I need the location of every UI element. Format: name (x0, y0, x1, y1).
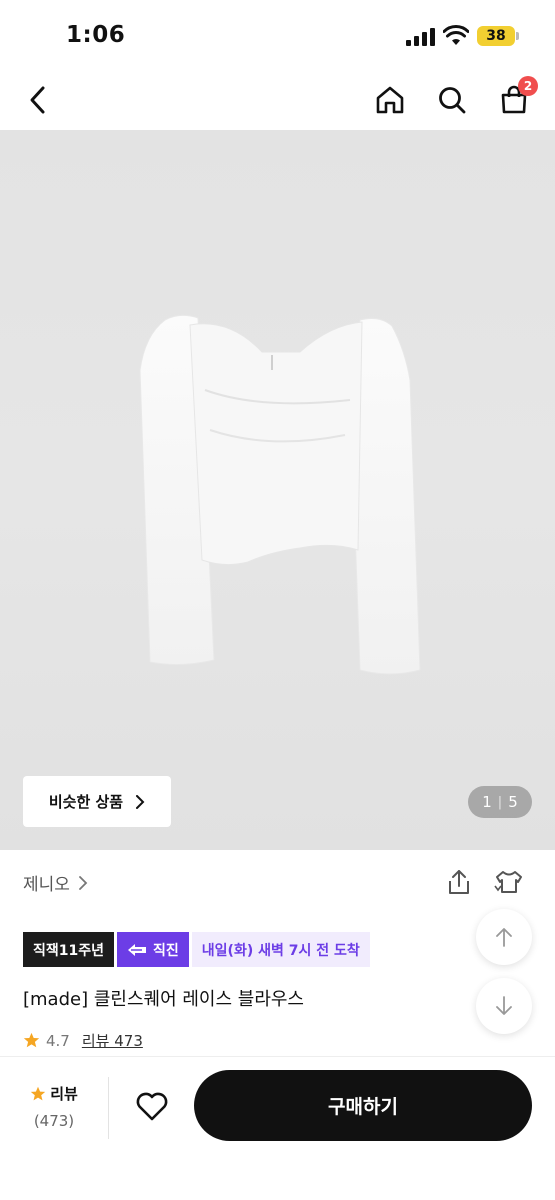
share-icon (449, 870, 469, 894)
chevron-right-icon (136, 794, 145, 809)
signal-icon (406, 28, 436, 46)
battery-level: 38 (477, 26, 515, 46)
rating-row: 4.7 리뷰 473 (23, 1030, 143, 1051)
status-time: 1:06 (66, 22, 126, 48)
review-summary-button[interactable]: 리뷰 (473) (22, 1083, 86, 1130)
direct-shipping-icon (128, 943, 147, 956)
review-link[interactable]: 리뷰 473 (82, 1030, 143, 1051)
home-icon (376, 86, 404, 114)
buy-button[interactable]: 구매하기 (194, 1070, 532, 1141)
cart-count-badge: 2 (518, 76, 538, 96)
shirt-icon (494, 871, 522, 893)
search-button[interactable] (430, 78, 474, 122)
page-separator: | (497, 794, 503, 810)
brand-name: 제니오 (23, 875, 70, 895)
image-page-indicator: 1 | 5 (468, 786, 532, 818)
heart-icon (136, 1092, 168, 1121)
wishlist-button[interactable] (128, 1085, 176, 1129)
product-title: [made] 클린스퀘어 레이스 블라우스 (23, 989, 304, 1010)
top-navigation: 2 (0, 70, 555, 130)
cart-button[interactable]: 2 (492, 76, 538, 122)
scroll-top-button[interactable] (476, 909, 532, 965)
arrow-up-icon (496, 928, 512, 947)
delivery-badge: 내일(화) 새벽 7시 전 도착 (191, 932, 370, 967)
page-total: 5 (508, 793, 518, 811)
wifi-icon (443, 25, 469, 45)
review-summary-label: 리뷰 (50, 1085, 78, 1103)
arrow-down-icon (496, 996, 512, 1015)
vertical-divider (108, 1077, 109, 1139)
share-button[interactable] (443, 866, 475, 898)
battery-tip (516, 32, 519, 40)
product-image-carousel[interactable]: 비슷한 상품 1 | 5 (0, 130, 555, 850)
similar-products-label: 비슷한 상품 (48, 793, 124, 811)
bottom-action-bar: 리뷰 (473) 구매하기 (0, 1056, 555, 1200)
direct-shipping-badge: 직진 (117, 932, 189, 967)
review-summary-top: 리뷰 (22, 1083, 86, 1104)
chevron-right-icon (79, 875, 88, 890)
rating-value: 4.7 (46, 1031, 70, 1050)
page-current: 1 (482, 793, 492, 811)
try-on-button[interactable] (493, 866, 525, 898)
status-bar: 1:06 38 (0, 0, 555, 70)
back-button[interactable] (16, 78, 60, 122)
chevron-left-icon (30, 86, 45, 114)
scroll-bottom-button[interactable] (476, 978, 532, 1034)
badge-row: 직잭11주년 직진 내일(화) 새벽 7시 전 도착 (23, 932, 370, 967)
star-icon (23, 1032, 40, 1048)
product-photo (139, 314, 421, 675)
brand-row: 제니오 (0, 862, 555, 902)
home-button[interactable] (368, 78, 412, 122)
similar-products-button[interactable]: 비슷한 상품 (23, 776, 171, 827)
star-icon (30, 1086, 46, 1100)
review-summary-count: (473) (33, 1112, 75, 1130)
brand-link[interactable]: 제니오 (23, 870, 88, 895)
anniversary-badge: 직잭11주년 (23, 932, 115, 967)
search-icon (439, 87, 466, 114)
direct-shipping-label: 직진 (153, 942, 179, 959)
